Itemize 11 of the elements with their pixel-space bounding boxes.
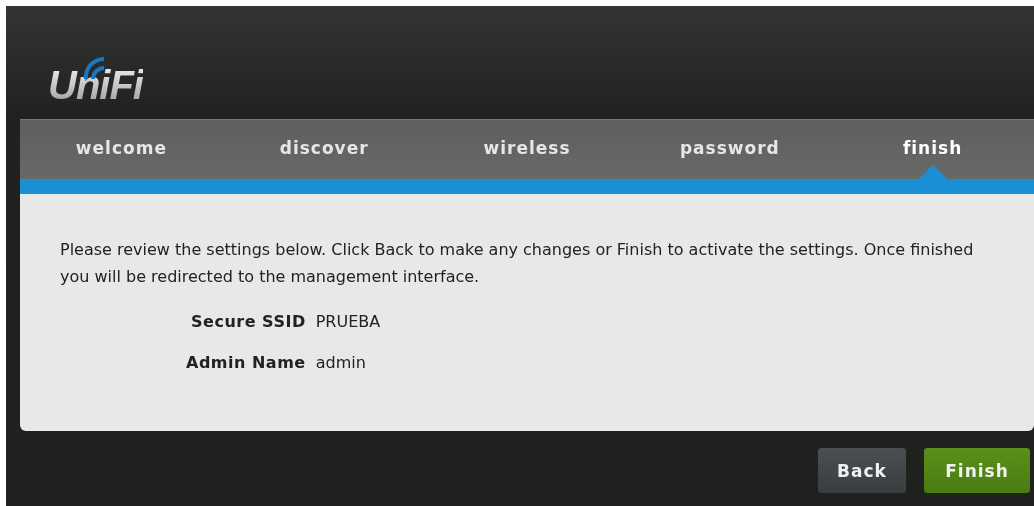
wizard-step-tab[interactable]: discover [222, 120, 426, 179]
wizard-step-tab[interactable]: welcome [20, 120, 223, 179]
setting-label: Admin Name [186, 353, 306, 372]
back-button[interactable]: Back [817, 447, 907, 494]
finish-button[interactable]: Finish [923, 447, 1031, 494]
setting-value: admin [315, 353, 367, 372]
wizard-step-tab[interactable]: password [628, 120, 832, 179]
setting-value: PRUEBA [315, 312, 381, 331]
setting-label: Secure SSID [190, 312, 306, 331]
wizard-step-tab[interactable]: wireless [425, 120, 629, 179]
instructions-text: Please review the settings below. Click Back to make any changes or Finish to activate the settings. Once finished you will be redirected to the management interface. [60, 239, 975, 288]
